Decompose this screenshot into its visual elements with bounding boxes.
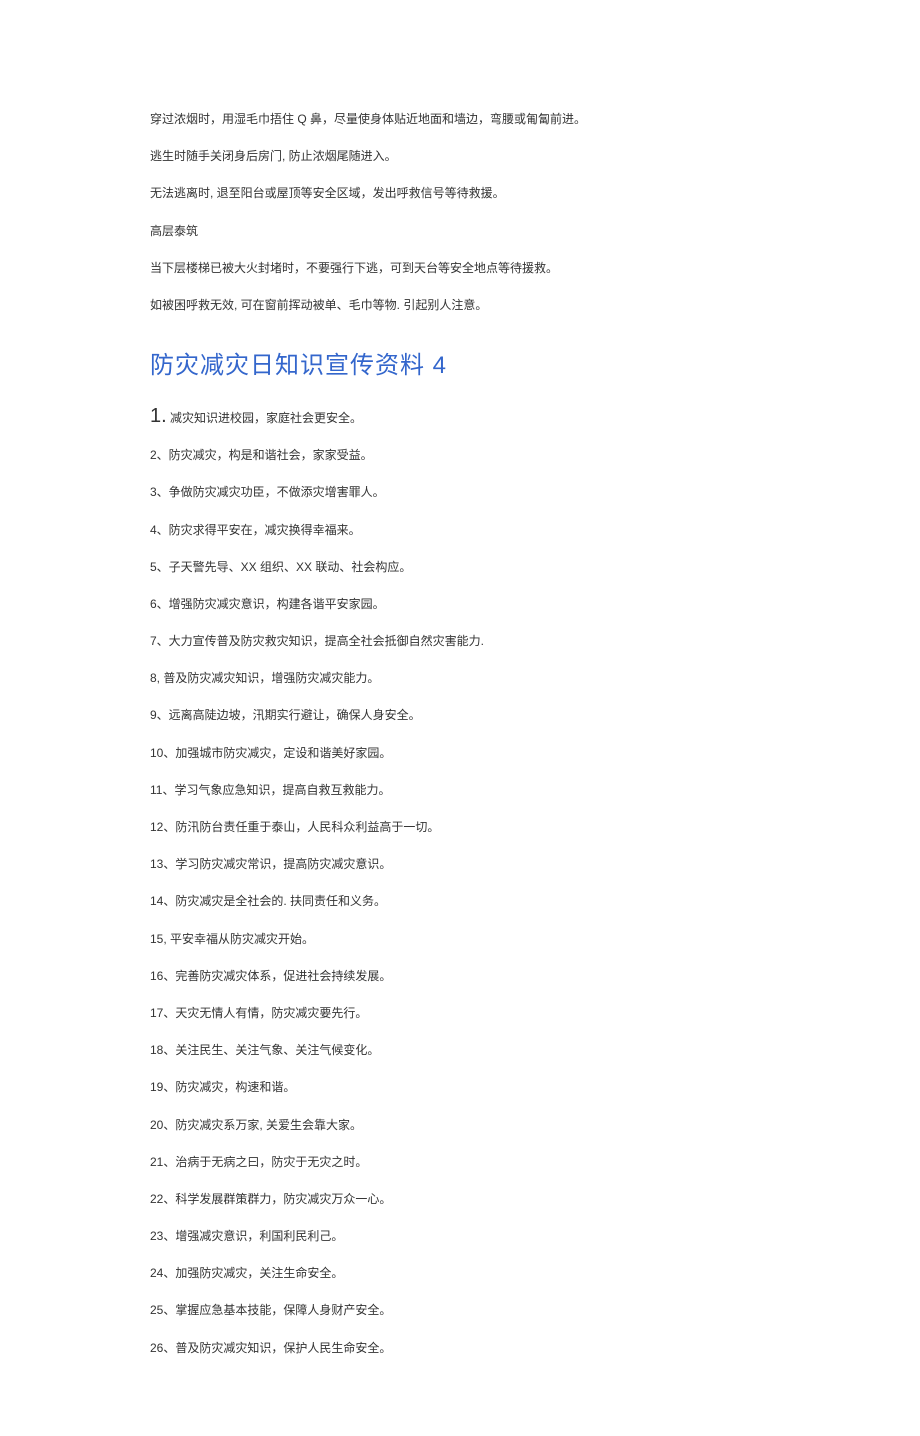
list-item: 19、防灾减灾，构速和谐。	[150, 1078, 770, 1097]
item-text: 减灾知识进校园，家庭社会更安全。	[167, 411, 362, 425]
list-item: 10、加强城市防灾减灾，定设和谐美好家园。	[150, 744, 770, 763]
paragraph: 逃生时随手关闭身后房门, 防止浓烟尾随进入。	[150, 147, 770, 166]
paragraph: 无法逃离时, 退至阳台或屋顶等安全区域，发出呼救信号等待救援。	[150, 184, 770, 203]
list-item: 4、防灾求得平安在，减灾换得幸福来。	[150, 521, 770, 540]
list-item: 9、远离高陡边坡，汛期实行避让，确保人身安全。	[150, 706, 770, 725]
list-item: 1. 减灾知识进校园，家庭社会更安全。	[150, 405, 770, 428]
list-item: 22、科学发展群策群力，防灾减灾万众一心。	[150, 1190, 770, 1209]
list-item: 24、加强防灾减灾，关注生命安全。	[150, 1264, 770, 1283]
list-item: 18、关注民生、关注气象、关注气候变化。	[150, 1041, 770, 1060]
list-item: 11、学习气象应急知识，提高自救互救能力。	[150, 781, 770, 800]
paragraph: 穿过浓烟时，用湿毛巾捂住 Q 鼻，尽量使身体贴近地面和墙边，弯腰或匍匐前进。	[150, 110, 770, 129]
list-item: 20、防灾减灾系万家, 关爱生会靠大家。	[150, 1116, 770, 1135]
list-item: 15, 平安幸福从防灾减灾开始。	[150, 930, 770, 949]
list-item: 12、防汛防台责任重于泰山，人民科众利益高于一切。	[150, 818, 770, 837]
list-item: 2、防灾减灾，构是和谐社会，家家受益。	[150, 446, 770, 465]
list-item: 16、完善防灾减灾体系，促进社会持续发展。	[150, 967, 770, 986]
item-number-large: 1.	[150, 405, 167, 427]
list-item: 8, 普及防灾减灾知识，增强防灾减灾能力。	[150, 669, 770, 688]
list-item: 3、争做防灾减灾功臣，不做添灾增害罪人。	[150, 483, 770, 502]
paragraph: 如被困呼救无效, 可在窗前挥动被单、毛巾等物. 引起别人注意。	[150, 296, 770, 315]
list-item: 25、掌握应急基本技能，保障人身财产安全。	[150, 1301, 770, 1320]
list-item: 21、治病于无病之曰，防灾于无灾之时。	[150, 1153, 770, 1172]
list-item: 17、天灾无情人有情，防灾减灾要先行。	[150, 1004, 770, 1023]
list-item: 7、大力宣传普及防灾救灾知识，提高全社会抵御自然灾害能力.	[150, 632, 770, 651]
list-item: 26、普及防灾减灾知识，保护人民生命安全。	[150, 1339, 770, 1358]
list-item: 14、防灾减灾是全社会的. 扶同责任和义务。	[150, 892, 770, 911]
list-item: 23、增强减灾意识，利国利民利己。	[150, 1227, 770, 1246]
list-item: 5、子天警先导、XX 组织、XX 联动、社会构应。	[150, 558, 770, 577]
document-content: 穿过浓烟时，用湿毛巾捂住 Q 鼻，尽量使身体贴近地面和墙边，弯腰或匍匐前进。 逃…	[0, 0, 920, 1436]
list-item: 6、增强防灾减灾意识，构建各谐平安家园。	[150, 595, 770, 614]
section-heading: 防灾减灾日知识宣传资料 4	[150, 345, 770, 380]
list-item: 13、学习防灾减灾常识，提高防灾减灾意识。	[150, 855, 770, 874]
paragraph: 高层泰筑	[150, 222, 770, 241]
paragraph: 当下层楼梯已被大火封堵时，不要强行下逃，可到天台等安全地点等待援救。	[150, 259, 770, 278]
